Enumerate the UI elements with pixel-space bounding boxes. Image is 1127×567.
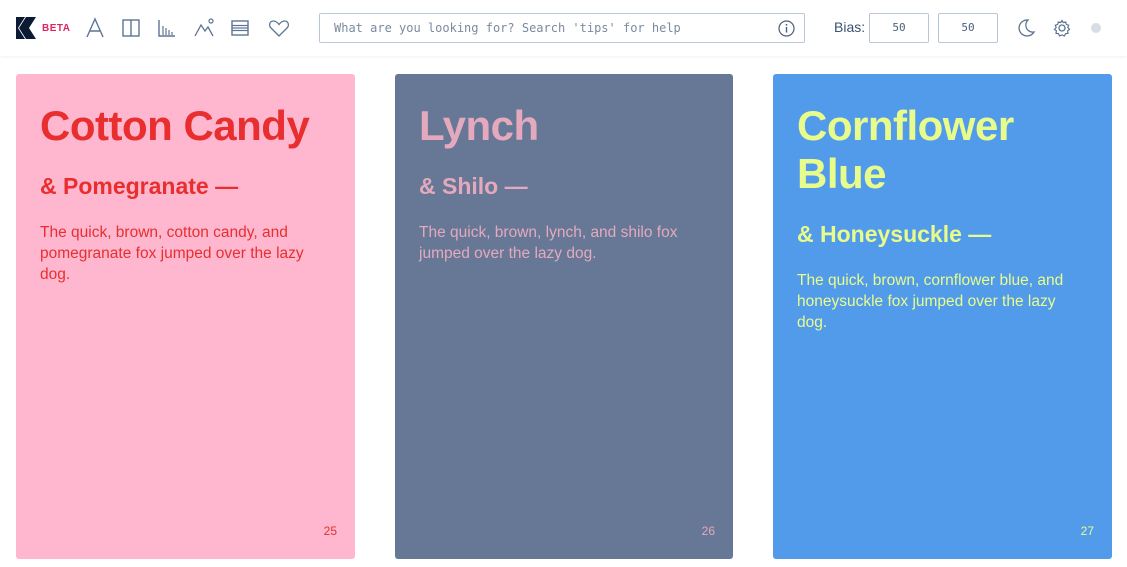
columns-tool-button[interactable] xyxy=(119,16,143,40)
gear-icon xyxy=(1053,19,1071,37)
card-number: 27 xyxy=(1080,524,1094,538)
beta-badge: BETA xyxy=(42,23,71,34)
font-pair-card[interactable]: Cornflower Blue & Honeysuckle — The quic… xyxy=(773,74,1112,559)
card-sample-text: The quick, brown, cornflower blue, and h… xyxy=(797,272,1064,331)
shapes-tool-button[interactable] xyxy=(192,16,216,40)
list-icon xyxy=(231,20,249,36)
shapes-icon xyxy=(194,18,214,37)
chart-tool-button[interactable] xyxy=(155,16,179,40)
font-pair-card[interactable]: Cotton Candy & Pomegranate — The quick, … xyxy=(16,74,355,559)
card-number: 26 xyxy=(701,524,715,538)
card-title: Cornflower Blue xyxy=(797,102,1014,197)
bias-label: Bias: xyxy=(834,19,866,35)
card-subtitle: & Pomegranate — xyxy=(40,173,239,199)
search-box xyxy=(319,13,805,43)
bias-left-input[interactable]: 50 xyxy=(869,13,929,43)
card-title: Cotton Candy xyxy=(40,102,310,149)
search-input[interactable] xyxy=(320,14,760,42)
status-indicator xyxy=(1091,23,1101,33)
card-sample-text: The quick, brown, lynch, and shilo fox j… xyxy=(419,224,678,262)
favorites-button[interactable] xyxy=(267,16,291,40)
settings-button[interactable] xyxy=(1050,16,1074,40)
card-subtitle: & Honeysuckle — xyxy=(797,221,992,247)
font-icon xyxy=(86,17,104,38)
bar-chart-icon xyxy=(158,20,175,37)
card-number: 25 xyxy=(323,524,337,538)
bias-right-input[interactable]: 50 xyxy=(938,13,998,43)
info-icon[interactable] xyxy=(778,20,795,37)
card-subtitle: & Shilo — xyxy=(419,173,528,199)
font-tool-button[interactable] xyxy=(83,16,107,40)
card-title: Lynch xyxy=(419,102,539,149)
dark-mode-toggle[interactable] xyxy=(1014,16,1038,40)
logo-icon[interactable] xyxy=(16,17,36,39)
list-tool-button[interactable] xyxy=(228,16,252,40)
card-sample-text: The quick, brown, cotton candy, and pome… xyxy=(40,224,304,283)
heart-icon xyxy=(268,20,290,37)
font-pair-card[interactable]: Lynch & Shilo — The quick, brown, lynch,… xyxy=(395,74,733,559)
top-toolbar: BETA What are you looking for? Search 't… xyxy=(0,0,1127,56)
moon-icon xyxy=(1018,19,1036,37)
columns-icon xyxy=(122,19,140,37)
